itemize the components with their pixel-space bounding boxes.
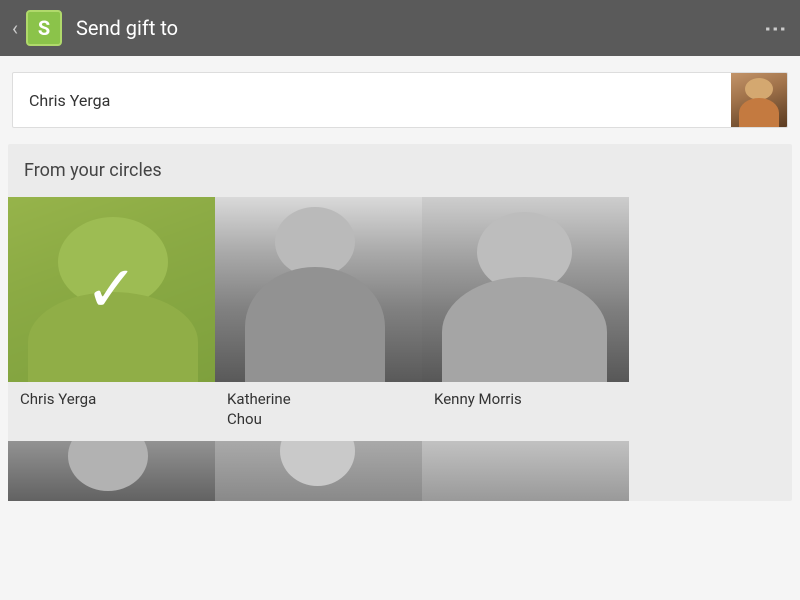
selected-contact-avatar bbox=[731, 72, 787, 128]
contact-info-chris-yerga: Chris Yerga bbox=[8, 382, 215, 434]
contact-info-kenny-morris: Kenny Morris bbox=[422, 382, 629, 434]
checkmark-icon: ✓ bbox=[85, 258, 139, 322]
circles-section: From your circles ✓ Chris Yerga Katherin… bbox=[8, 144, 792, 501]
bottom-avatar-2 bbox=[215, 441, 422, 501]
selected-contact-photo bbox=[731, 72, 787, 128]
selected-contact-bar[interactable]: Chris Yerga bbox=[12, 72, 788, 128]
contact-photo-bottom-1 bbox=[8, 441, 215, 501]
overflow-menu-icon[interactable]: ⋮ bbox=[763, 16, 788, 40]
selected-contact-name: Chris Yerga bbox=[13, 91, 731, 110]
app-header: ‹ S Send gift to ⋮ bbox=[0, 0, 800, 56]
contact-name-kenny-morris: Kenny Morris bbox=[434, 390, 617, 410]
contact-photo-chris-yerga: ✓ bbox=[8, 197, 215, 382]
bottom-avatar-3 bbox=[422, 441, 629, 501]
contact-name-katherine-chou: KatherineChou bbox=[227, 390, 410, 429]
contact-photo-kenny-morris bbox=[422, 197, 629, 382]
contact-card-bottom-2[interactable] bbox=[215, 441, 422, 501]
contact-card-katherine-chou[interactable]: KatherineChou bbox=[215, 197, 422, 441]
contact-info-katherine-chou: KatherineChou bbox=[215, 382, 422, 441]
contact-card-chris-yerga[interactable]: ✓ Chris Yerga bbox=[8, 197, 215, 441]
selected-overlay: ✓ bbox=[8, 197, 215, 382]
contact-card-kenny-morris[interactable]: Kenny Morris bbox=[422, 197, 629, 441]
page-title: Send gift to bbox=[76, 16, 763, 40]
contact-card-bottom-3[interactable] bbox=[422, 441, 629, 501]
back-button[interactable]: ‹ bbox=[12, 16, 18, 40]
contact-name-chris-yerga: Chris Yerga bbox=[20, 390, 203, 410]
katherine-chou-avatar bbox=[215, 197, 422, 382]
circles-section-title: From your circles bbox=[8, 160, 792, 197]
contact-photo-bottom-2 bbox=[215, 441, 422, 501]
app-logo: S bbox=[26, 10, 62, 46]
contact-photo-bottom-3 bbox=[422, 441, 629, 501]
contact-card-bottom-1[interactable] bbox=[8, 441, 215, 501]
bottom-avatar-1 bbox=[8, 441, 215, 501]
contact-photo-katherine-chou bbox=[215, 197, 422, 382]
contact-grid: ✓ Chris Yerga KatherineChou Kenny Morris bbox=[8, 197, 792, 501]
kenny-morris-avatar bbox=[422, 197, 629, 382]
